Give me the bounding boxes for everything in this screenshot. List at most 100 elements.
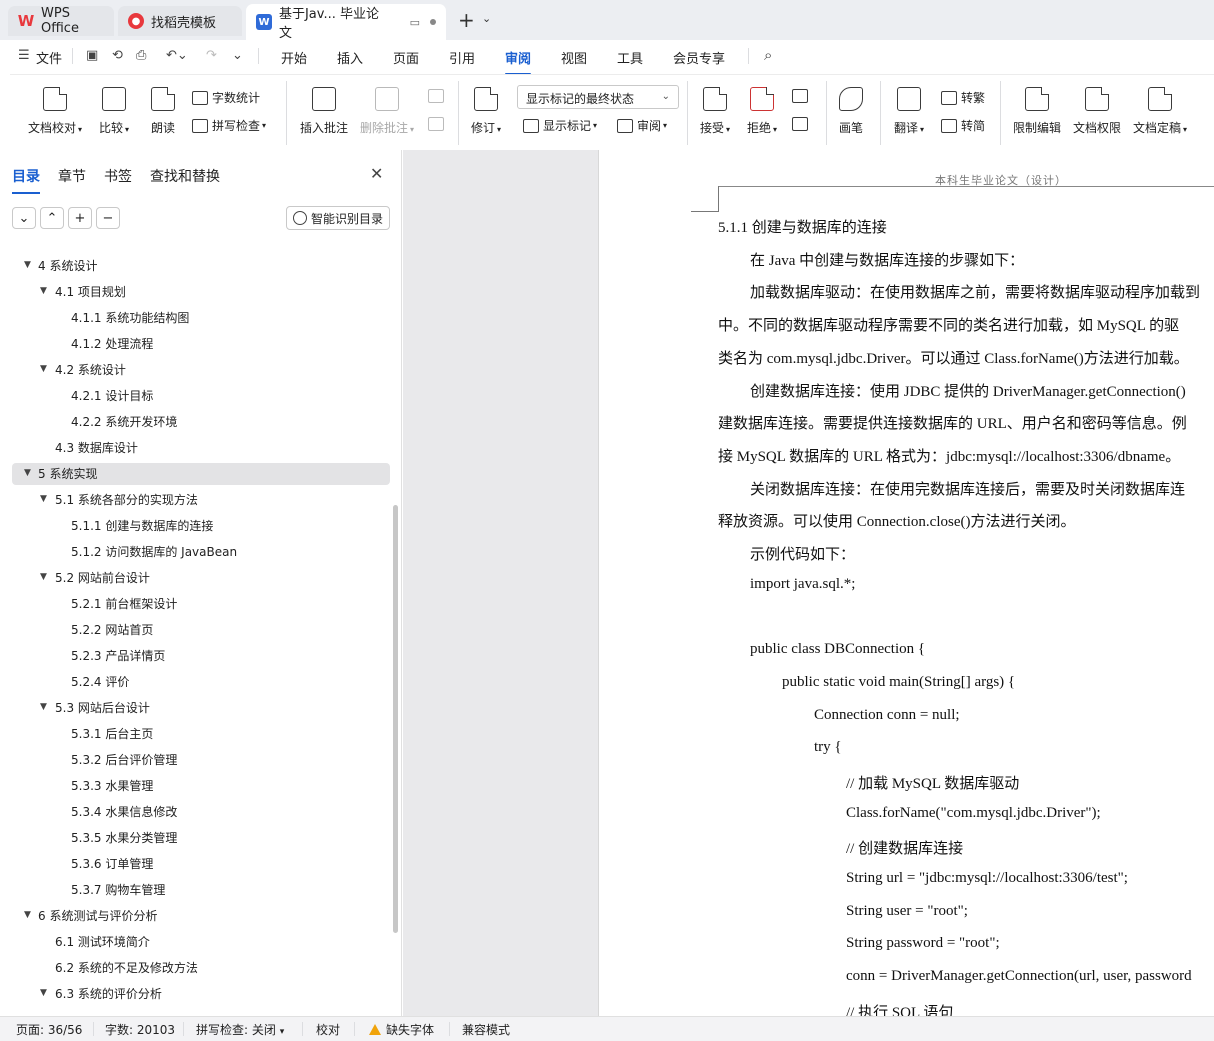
search-icon[interactable]: ⌕	[764, 46, 772, 64]
document-page[interactable]: 本科生毕业论文（设计） 5.1.1 创建与数据库的连接在 Java 中创建与数据…	[598, 150, 1214, 1016]
caret-down-icon[interactable]: ▼	[40, 572, 47, 582]
reject-button[interactable]: 拒绝 ▾	[747, 87, 777, 136]
missing-font-status[interactable]: 缺失字体	[369, 1021, 434, 1038]
menu-reference[interactable]: 引用	[449, 48, 475, 67]
expand-down-button[interactable]: ⌄	[12, 207, 36, 229]
review-pane-button[interactable]: 审阅 ▾	[617, 117, 667, 134]
translate-button[interactable]: 翻译 ▾	[894, 87, 924, 136]
compare-button[interactable]: 比较 ▾	[99, 87, 129, 136]
show-markup-button[interactable]: 显示标记 ▾	[523, 117, 597, 134]
menu-file[interactable]: 文件	[36, 48, 62, 67]
share-icon[interactable]: ⟲	[112, 48, 123, 63]
doc-check-button[interactable]: 文档校对 ▾	[28, 87, 82, 136]
chevron-down-icon[interactable]: ⌄	[482, 12, 491, 25]
toc-item[interactable]: ▼ 6.3 系统的评价分析	[0, 982, 390, 1004]
caret-down-icon[interactable]: ▼	[40, 988, 47, 998]
spell-check-button[interactable]: 拼写检查 ▾	[192, 117, 266, 134]
word-count-button[interactable]: 字数统计	[192, 89, 260, 106]
toc-item[interactable]: ▼ 5.2 网站前台设计	[0, 566, 390, 588]
remove-heading-button[interactable]: −	[96, 207, 120, 229]
caret-down-icon[interactable]: ▼	[24, 260, 31, 270]
spell-check-status[interactable]: 拼写检查: 关闭 ▾	[196, 1021, 284, 1038]
menu-home[interactable]: 开始	[281, 48, 307, 67]
caret-down-icon[interactable]: ▼	[40, 286, 47, 296]
toc-scrollbar[interactable]	[393, 505, 398, 933]
toc-item[interactable]: 6.1 测试环境简介	[0, 930, 390, 952]
insert-comment-button[interactable]: 插入批注	[300, 87, 348, 136]
menu-view[interactable]: 视图	[561, 48, 587, 67]
save-icon[interactable]: ▣	[86, 48, 98, 63]
toc-item[interactable]: ▼ 5 系统实现	[0, 462, 390, 484]
toc-item[interactable]: 5.3.1 后台主页	[0, 722, 390, 744]
chevron-down-icon[interactable]: ⌄	[232, 48, 243, 63]
tab-wps-office[interactable]: W WPS Office	[8, 6, 114, 36]
toc-item[interactable]: 4.1.1 系统功能结构图	[0, 306, 390, 328]
undo-icon[interactable]: ↶⌄	[166, 48, 188, 63]
menu-review[interactable]: 审阅	[505, 48, 532, 75]
toc-item[interactable]: 5.2.4 评价	[0, 670, 390, 692]
document-canvas[interactable]: 本科生毕业论文（设计） 5.1.1 创建与数据库的连接在 Java 中创建与数据…	[403, 150, 1214, 1016]
toc-item[interactable]: ▼ 5.1 系统各部分的实现方法	[0, 488, 390, 510]
page-indicator[interactable]: 页面: 36/56	[16, 1021, 82, 1038]
tab-bookmarks[interactable]: 书签	[104, 166, 132, 186]
toc-item[interactable]: 5.1.2 访问数据库的 JavaBean	[0, 540, 390, 562]
word-count-indicator[interactable]: 字数: 20103	[105, 1021, 175, 1038]
doc-permission-button[interactable]: 文档权限	[1073, 87, 1121, 136]
window-icon[interactable]: ▭	[410, 16, 420, 29]
toc-item[interactable]: ▼ 4.1 项目规划	[0, 280, 390, 302]
read-aloud-button[interactable]: 朗读	[151, 87, 175, 136]
restrict-edit-button[interactable]: 限制编辑	[1013, 87, 1061, 136]
to-traditional-button[interactable]: 转繁	[941, 89, 985, 106]
next-comment-button[interactable]	[428, 117, 448, 131]
prev-comment-button[interactable]	[428, 89, 448, 103]
menu-tools[interactable]: 工具	[617, 48, 643, 67]
caret-down-icon[interactable]: ▼	[40, 702, 47, 712]
tab-toc[interactable]: 目录	[12, 166, 40, 194]
toc-item[interactable]: 5.2.2 网站首页	[0, 618, 390, 640]
toc-item[interactable]: 5.2.3 产品详情页	[0, 644, 390, 666]
caret-down-icon[interactable]: ▼	[40, 494, 47, 504]
collapse-up-button[interactable]: ⌃	[40, 207, 64, 229]
proof-status[interactable]: 校对	[316, 1021, 340, 1038]
toc-item[interactable]: 4.2.1 设计目标	[0, 384, 390, 406]
menu-insert[interactable]: 插入	[337, 48, 363, 67]
add-heading-button[interactable]: +	[68, 207, 92, 229]
toc-item[interactable]: 5.3.3 水果管理	[0, 774, 390, 796]
toc-item[interactable]: 4.2.2 系统开发环境	[0, 410, 390, 432]
toc-item[interactable]: ▼ 4.2 系统设计	[0, 358, 390, 380]
new-tab-button[interactable]: +	[458, 8, 475, 32]
next-change-button[interactable]	[792, 117, 812, 131]
delete-comment-button[interactable]: 删除批注 ▾	[360, 87, 414, 136]
toc-item[interactable]: 5.3.7 购物车管理	[0, 878, 390, 900]
toc-item[interactable]: ▼ 6 系统测试与评价分析	[0, 904, 390, 926]
tab-find-replace[interactable]: 查找和替换	[150, 166, 220, 186]
menu-icon[interactable]: ☰	[18, 48, 30, 63]
toc-item[interactable]: 5.3.2 后台评价管理	[0, 748, 390, 770]
toc-item[interactable]: ▼ 5.3 网站后台设计	[0, 696, 390, 718]
close-icon[interactable]: ✕	[370, 164, 383, 183]
redo-icon[interactable]: ↷	[206, 48, 217, 63]
tab-document[interactable]: W 基于Jav... 毕业论文 ▭	[246, 4, 446, 41]
markup-state-select[interactable]: 显示标记的最终状态 ⌄	[517, 85, 679, 109]
accept-button[interactable]: 接受 ▾	[700, 87, 730, 136]
unsaved-dot-icon[interactable]	[430, 19, 436, 25]
tab-docer-templates[interactable]: ● 找稻壳模板	[118, 6, 242, 36]
menu-member[interactable]: 会员专享	[673, 48, 725, 67]
prev-change-button[interactable]	[792, 89, 812, 103]
toc-item[interactable]: 5.3.6 订单管理	[0, 852, 390, 874]
menu-page[interactable]: 页面	[393, 48, 419, 67]
toc-item[interactable]: 5.2.1 前台框架设计	[0, 592, 390, 614]
print-preview-icon[interactable]: ⎙	[136, 48, 146, 63]
toc-item[interactable]: 5.1.1 创建与数据库的连接	[0, 514, 390, 536]
toc-item[interactable]: 4.3 数据库设计	[0, 436, 390, 458]
caret-down-icon[interactable]: ▼	[40, 364, 47, 374]
to-simplified-button[interactable]: 转简	[941, 117, 985, 134]
track-changes-button[interactable]: 修订 ▾	[471, 87, 501, 136]
finalize-button[interactable]: 文档定稿 ▾	[1133, 87, 1187, 136]
compat-mode-status[interactable]: 兼容模式	[462, 1021, 510, 1038]
tab-sections[interactable]: 章节	[58, 166, 86, 186]
smart-toc-button[interactable]: 智能识别目录	[286, 206, 390, 230]
toc-item[interactable]: 6.2 系统的不足及修改方法	[0, 956, 390, 978]
toc-item[interactable]: 4.1.2 处理流程	[0, 332, 390, 354]
caret-down-icon[interactable]: ▼	[24, 910, 31, 920]
